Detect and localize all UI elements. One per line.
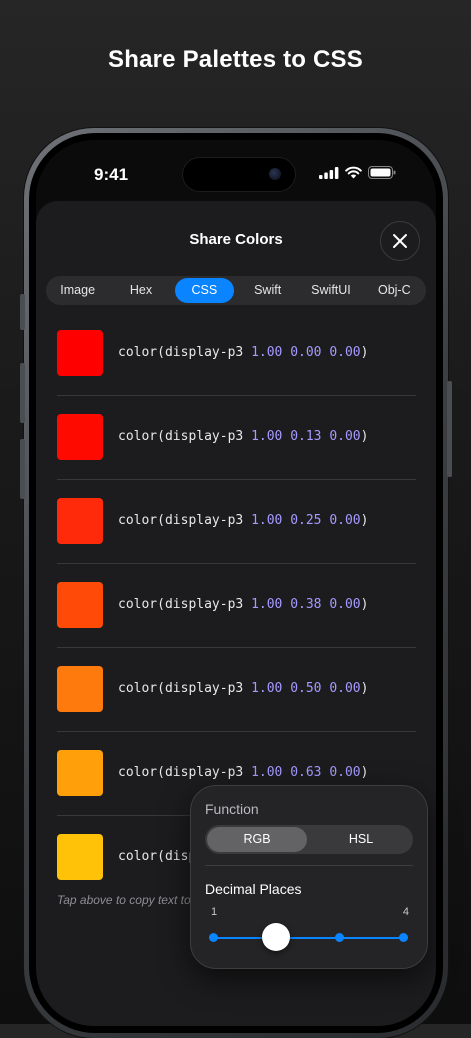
slider-tick [335, 933, 345, 942]
slider-min-label: 1 [211, 906, 218, 918]
code-values: 1.00 0.25 0.00 [251, 513, 361, 528]
camera-icon [269, 168, 281, 180]
dynamic-island [183, 158, 295, 191]
sheet-title: Share Colors [189, 231, 283, 248]
function-option-hsl[interactable]: HSL [311, 827, 411, 852]
volume-up-button [20, 363, 25, 423]
copy-hint: Tap above to copy text to [57, 893, 191, 907]
code-values: 1.00 0.50 0.00 [251, 681, 361, 696]
code-suffix: ) [360, 765, 369, 780]
tab-hex[interactable]: Hex [111, 278, 170, 303]
css-color-code: color(display-p3 1.00 0.63 0.00) [118, 765, 368, 780]
options-popover: Function RGB HSL Decimal Places 1 4 [190, 785, 428, 969]
color-row[interactable]: color(display-p3 1.00 0.25 0.00) [57, 480, 416, 564]
css-color-code: color(display-p3 1.00 0.38 0.00) [118, 597, 368, 612]
code-prefix: color(display-p3 [118, 597, 252, 612]
code-prefix: color(display-p3 [118, 513, 252, 528]
decimal-slider-track[interactable] [213, 937, 403, 939]
slider-knob[interactable] [262, 923, 291, 951]
code-values: 1.00 0.63 0.00 [251, 765, 361, 780]
code-prefix: color(disp [118, 849, 197, 864]
slider-tick [208, 933, 218, 942]
color-swatch [57, 750, 103, 796]
code-suffix: ) [360, 513, 369, 528]
code-suffix: ) [360, 345, 369, 360]
status-icons [319, 166, 396, 179]
code-prefix: color(display-p3 [118, 429, 252, 444]
tab-obj-c[interactable]: Obj-C [365, 278, 424, 303]
tab-css[interactable]: CSS [174, 278, 234, 303]
code-suffix: ) [360, 597, 369, 612]
slider-tick [398, 933, 408, 942]
color-row[interactable]: color(display-p3 1.00 0.50 0.00) [57, 648, 416, 732]
code-values: 1.00 0.13 0.00 [251, 429, 361, 444]
css-color-code: color(display-p3 1.00 0.50 0.00) [118, 681, 368, 696]
css-color-code: color(display-p3 1.00 0.13 0.00) [118, 429, 368, 444]
battery-icon [368, 166, 396, 179]
code-values: 1.00 0.38 0.00 [251, 597, 361, 612]
status-time: 9:41 [94, 165, 129, 184]
color-swatch [57, 666, 103, 712]
format-tabs: Image Hex CSS Swift SwiftUI Obj-C [46, 276, 426, 305]
code-values: 1.00 0.00 0.00 [251, 345, 361, 360]
function-segmented-control: RGB HSL [205, 825, 413, 854]
cellular-signal-icon [319, 166, 339, 179]
code-prefix: color(display-p3 [118, 765, 252, 780]
color-swatch [57, 498, 103, 544]
tab-image[interactable]: Image [48, 278, 107, 303]
slider-max-label: 4 [402, 906, 409, 918]
tab-swift[interactable]: Swift [238, 278, 297, 303]
code-prefix: color(display-p3 [118, 681, 252, 696]
css-color-code: color(display-p3 1.00 0.00 0.00) [118, 345, 368, 360]
headline: Share Palettes to CSS [108, 46, 363, 73]
wifi-icon [345, 166, 362, 179]
power-button [447, 381, 452, 477]
color-row[interactable]: color(display-p3 1.00 0.38 0.00) [57, 564, 416, 648]
function-label: Function [205, 801, 259, 817]
divider [205, 865, 413, 866]
css-color-code: color(disp [118, 849, 196, 864]
css-color-code: color(display-p3 1.00 0.25 0.00) [118, 513, 368, 528]
close-icon [393, 234, 407, 248]
close-button[interactable] [380, 221, 420, 261]
color-swatch [57, 414, 103, 460]
code-suffix: ) [360, 429, 369, 444]
code-suffix: ) [360, 681, 369, 696]
action-button [20, 294, 25, 330]
decimal-places-label: Decimal Places [205, 881, 302, 897]
color-row[interactable]: color(display-p3 1.00 0.00 0.00) [57, 312, 416, 396]
color-swatch [57, 330, 103, 376]
volume-down-button [20, 439, 25, 499]
tab-swiftui[interactable]: SwiftUI [301, 278, 360, 303]
code-prefix: color(display-p3 [118, 345, 252, 360]
color-swatch [57, 582, 103, 628]
color-row[interactable]: color(display-p3 1.00 0.13 0.00) [57, 396, 416, 480]
color-swatch [57, 834, 103, 880]
function-option-rgb[interactable]: RGB [207, 827, 307, 852]
